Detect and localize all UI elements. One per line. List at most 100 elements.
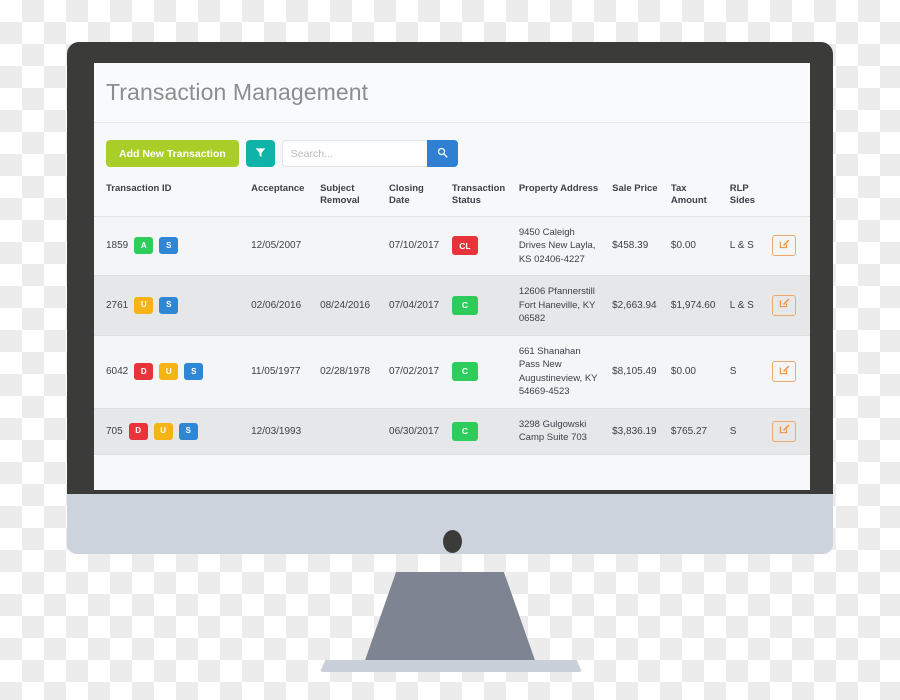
transaction-id-group: 705 D U S	[106, 422, 241, 440]
transaction-flag-badge[interactable]: D	[134, 363, 154, 381]
column-header-tax-amount[interactable]: Tax Amount	[665, 177, 725, 217]
edit-transaction-button[interactable]	[772, 235, 797, 257]
cell-acceptance: 12/03/1993	[246, 408, 316, 455]
property-address-text: 661 Shanahan Pass New Augustineview, KY …	[518, 345, 598, 398]
column-header-closing-date[interactable]: Closing Date	[384, 177, 447, 217]
table-row[interactable]: 6042 D U S 11/05/1977 02/28/1978 07/02/2017 C 66…	[94, 335, 810, 409]
column-header-sale-price[interactable]: Sale Price	[607, 177, 666, 217]
column-header-acceptance[interactable]: Acceptance	[246, 177, 316, 217]
transaction-id-group: 1859 A S	[106, 237, 241, 255]
add-new-transaction-button[interactable]: Add New Transaction	[106, 140, 239, 167]
transaction-flag-badge[interactable]: D	[128, 422, 148, 440]
search-group	[281, 140, 458, 167]
transaction-id-value: 1859	[106, 240, 129, 252]
cell-closing-date: 07/04/2017	[384, 275, 447, 336]
page-header: Transaction Management	[94, 63, 810, 123]
cell-subject-removal	[315, 216, 385, 276]
cell-property-address: 3298 Gulgowski Camp Suite 703	[513, 408, 608, 455]
cell-tax-amount: $765.27	[665, 408, 725, 455]
edit-transaction-button[interactable]	[772, 294, 797, 316]
toolbar: Add New Transaction	[94, 123, 810, 177]
property-address-text: 9450 Caleigh Drives New Layla, KS 02406-…	[518, 226, 596, 265]
cell-transaction-status: C	[446, 335, 514, 409]
cell-sale-price: $8,105.49	[607, 335, 666, 409]
cell-subject-removal	[315, 408, 385, 455]
filter-button[interactable]	[245, 140, 275, 167]
transaction-flag-badge[interactable]: U	[159, 363, 179, 381]
monitor-stand-base	[320, 660, 582, 672]
cell-transaction-id: 1859 A S	[94, 216, 247, 276]
monitor-stand-neck	[363, 572, 537, 666]
cell-acceptance: 11/05/1977	[246, 335, 316, 409]
cell-sale-price: $458.39	[607, 216, 666, 276]
edit-transaction-button[interactable]	[772, 361, 797, 383]
status-badge[interactable]: C	[451, 421, 478, 441]
edit-icon	[779, 423, 790, 439]
cell-rlp-sides: S	[724, 408, 768, 455]
transaction-flag-badge[interactable]: U	[134, 296, 154, 314]
column-header-subject-removal[interactable]: Subject Removal	[315, 177, 385, 217]
transaction-id-group: 6042 D U S	[106, 363, 241, 381]
cell-tax-amount: $0.00	[665, 335, 725, 409]
cell-closing-date: 06/30/2017	[384, 408, 447, 455]
cell-transaction-id: 705 D U S	[94, 408, 247, 455]
screenshot-canvas: Transaction Management Add New Transacti…	[0, 0, 900, 700]
search-input[interactable]	[281, 140, 427, 167]
cell-actions	[767, 335, 810, 409]
cell-subject-removal: 08/24/2016	[315, 275, 385, 336]
cell-closing-date: 07/02/2017	[384, 335, 447, 409]
property-address-text: 3298 Gulgowski Camp Suite 703	[518, 418, 587, 444]
transaction-id-value: 6042	[106, 366, 129, 378]
edit-transaction-button[interactable]	[772, 420, 797, 442]
table-header-row: Transaction ID Acceptance Subject Remova…	[94, 177, 810, 217]
cell-rlp-sides: L & S	[724, 275, 768, 336]
edit-icon	[779, 238, 790, 254]
table-row[interactable]: 705 D U S 12/03/1993 06/30/2017 C 3298 Gulgowsk…	[94, 408, 810, 455]
table-row[interactable]: 2761 U S 02/06/2016 08/24/2016 07/04/2017 C 126…	[94, 275, 810, 336]
transaction-id-group: 2761 U S	[106, 296, 241, 314]
cell-transaction-id: 2761 U S	[94, 275, 247, 336]
cell-actions	[767, 408, 810, 455]
cell-sale-price: $3,836.19	[607, 408, 666, 455]
cell-sale-price: $2,663.94	[607, 275, 666, 336]
cell-transaction-id: 6042 D U S	[94, 335, 247, 409]
column-header-property-address[interactable]: Property Address	[513, 177, 608, 217]
column-header-transaction-id[interactable]: Transaction ID	[94, 177, 247, 217]
cell-rlp-sides: S	[724, 335, 768, 409]
transaction-flag-badge[interactable]: S	[159, 296, 179, 314]
transaction-flag-badge[interactable]: S	[159, 237, 179, 255]
cell-tax-amount: $0.00	[665, 216, 725, 276]
cell-closing-date: 07/10/2017	[384, 216, 447, 276]
column-header-rlp-sides[interactable]: RLP Sides	[724, 177, 768, 217]
cell-property-address: 9450 Caleigh Drives New Layla, KS 02406-…	[513, 216, 608, 276]
cell-tax-amount: $1,974.60	[665, 275, 725, 336]
status-badge[interactable]: C	[451, 362, 478, 382]
cell-property-address: 661 Shanahan Pass New Augustineview, KY …	[513, 335, 608, 409]
transaction-management-app: Transaction Management Add New Transacti…	[94, 63, 810, 490]
column-header-transaction-status[interactable]: Transaction Status	[446, 177, 514, 217]
table-body: 1859 A S 12/05/2007 07/10/2017 CL 9450 Caleigh…	[94, 216, 810, 455]
transaction-flag-badge[interactable]: S	[184, 363, 204, 381]
property-address-text: 12606 Pfannerstill Fort Haneville, KY 06…	[518, 286, 596, 325]
cell-property-address: 12606 Pfannerstill Fort Haneville, KY 06…	[513, 275, 608, 336]
transaction-id-value: 705	[106, 425, 123, 437]
transaction-flag-badge[interactable]: S	[178, 422, 198, 440]
edit-icon	[779, 364, 790, 380]
transaction-flag-badge[interactable]: U	[153, 422, 173, 440]
status-badge[interactable]: CL	[451, 236, 478, 256]
cell-actions	[767, 275, 810, 336]
cell-subject-removal: 02/28/1978	[315, 335, 385, 409]
search-button[interactable]	[426, 140, 458, 167]
status-badge[interactable]: C	[451, 295, 478, 315]
cell-acceptance: 02/06/2016	[246, 275, 316, 336]
column-header-actions	[767, 177, 810, 217]
page-title: Transaction Management	[106, 79, 369, 105]
cell-transaction-status: C	[446, 275, 514, 336]
magnifier-icon	[437, 146, 448, 161]
transaction-flag-badge[interactable]: A	[134, 237, 154, 255]
cell-actions	[767, 216, 810, 276]
monitor-logo-dot	[443, 530, 462, 553]
table-row[interactable]: 1859 A S 12/05/2007 07/10/2017 CL 9450 Caleigh…	[94, 216, 810, 276]
cell-acceptance: 12/05/2007	[246, 216, 316, 276]
funnel-icon	[255, 146, 266, 161]
